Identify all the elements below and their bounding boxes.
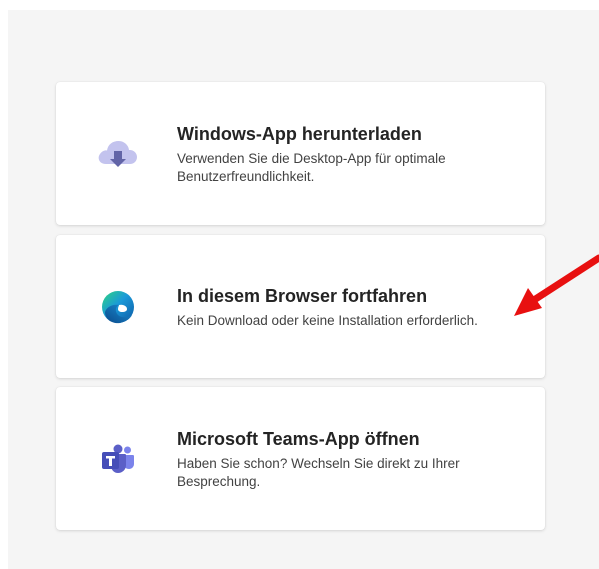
teams-icon: [94, 435, 142, 483]
cloud-download-icon: [94, 130, 142, 178]
option-description: Haben Sie schon? Wechseln Sie direkt zu …: [177, 455, 460, 489]
option-title: Windows-App herunterladen: [177, 123, 422, 144]
continue-in-browser-option[interactable]: In diesem Browser fortfahren Kein Downlo…: [56, 235, 545, 378]
option-description: Kein Download oder keine Installation er…: [177, 312, 478, 328]
option-title: In diesem Browser fortfahren: [177, 285, 428, 306]
option-title: Microsoft Teams-App öffnen: [177, 428, 420, 449]
open-teams-app-option[interactable]: Microsoft Teams-App öffnen Haben Sie sch…: [56, 387, 545, 530]
download-windows-app-option[interactable]: Windows-App herunterladen Verwenden Sie …: [56, 82, 545, 225]
annotation-arrow-icon: [514, 254, 599, 316]
edge-browser-icon: [94, 283, 142, 331]
option-description: Verwenden Sie die Desktop-App für optima…: [177, 150, 446, 184]
